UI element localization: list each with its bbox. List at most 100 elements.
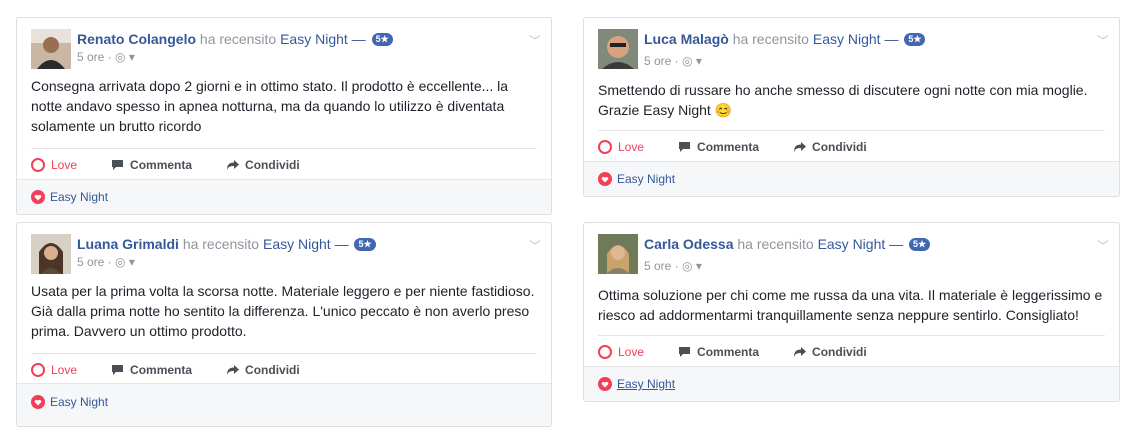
globe-icon[interactable]: ◎ bbox=[682, 259, 692, 273]
timestamp[interactable]: 5 ore · bbox=[77, 255, 112, 269]
comment-label: Commenta bbox=[130, 363, 193, 377]
comment-button[interactable]: Commenta bbox=[678, 140, 759, 154]
review-verb: ha recensito bbox=[199, 31, 277, 47]
love-label: Love bbox=[51, 363, 78, 377]
rating-badge: 5★ bbox=[904, 33, 926, 46]
love-button[interactable]: Love bbox=[598, 140, 644, 154]
timestamp[interactable]: 5 ore · bbox=[77, 50, 112, 64]
comment-icon bbox=[679, 142, 691, 152]
reaction-page-link[interactable]: Easy Night bbox=[617, 377, 675, 391]
reaction-page-link[interactable]: Easy Night bbox=[617, 172, 675, 186]
heart-icon bbox=[31, 363, 45, 377]
heart-reaction-icon bbox=[598, 377, 612, 391]
comment-icon bbox=[112, 365, 124, 375]
avatar[interactable] bbox=[31, 29, 71, 69]
post-meta: 5 ore · ◎ ▾ bbox=[77, 50, 135, 64]
share-label: Condividi bbox=[245, 158, 300, 172]
reaction-footer: Easy Night bbox=[584, 161, 1119, 196]
caret-down-icon[interactable]: ▾ bbox=[696, 54, 702, 68]
page-link[interactable]: Easy Night bbox=[818, 236, 886, 252]
action-bar: Love Commenta Condividi bbox=[31, 148, 537, 181]
chevron-down-icon[interactable]: ﹀ bbox=[1097, 32, 1109, 49]
heart-icon bbox=[598, 140, 612, 154]
caret-down-icon[interactable]: ▾ bbox=[129, 255, 135, 269]
avatar[interactable] bbox=[598, 234, 638, 274]
reaction-page-link[interactable]: Easy Night bbox=[50, 395, 108, 409]
share-icon bbox=[227, 160, 240, 170]
review-header: Carla Odessa ha recensito Easy Night — 5… bbox=[584, 223, 1119, 281]
comment-button[interactable]: Commenta bbox=[111, 363, 192, 377]
review-title: Carla Odessa ha recensito Easy Night — 5… bbox=[644, 235, 931, 253]
review-header: Renato Colangelo ha recensito Easy Night… bbox=[17, 18, 551, 76]
share-icon bbox=[227, 365, 240, 375]
share-button[interactable]: Condividi bbox=[226, 158, 300, 172]
love-button[interactable]: Love bbox=[31, 158, 77, 172]
action-bar: Love Commenta Condividi bbox=[598, 130, 1105, 163]
action-bar: Love Commenta Condividi bbox=[598, 335, 1105, 368]
comment-button[interactable]: Commenta bbox=[111, 158, 192, 172]
heart-reaction-icon bbox=[31, 190, 45, 204]
love-label: Love bbox=[618, 345, 645, 359]
globe-icon[interactable]: ◎ bbox=[115, 50, 125, 64]
share-button[interactable]: Condividi bbox=[226, 363, 300, 377]
action-bar: Love Commenta Condividi bbox=[31, 353, 537, 386]
review-card: Luca Malagò ha recensito Easy Night — 5★… bbox=[583, 17, 1120, 197]
reviewer-name[interactable]: Renato Colangelo bbox=[77, 31, 196, 47]
review-card: Luana Grimaldi ha recensito Easy Night —… bbox=[16, 222, 552, 427]
review-header: Luca Malagò ha recensito Easy Night — 5★… bbox=[584, 18, 1119, 76]
review-verb: ha recensito bbox=[182, 236, 260, 252]
avatar[interactable] bbox=[31, 234, 71, 274]
review-card: Renato Colangelo ha recensito Easy Night… bbox=[16, 17, 552, 215]
avatar[interactable] bbox=[598, 29, 638, 69]
timestamp[interactable]: 5 ore · bbox=[644, 259, 679, 273]
page-link[interactable]: Easy Night bbox=[263, 236, 331, 252]
review-title: Renato Colangelo ha recensito Easy Night… bbox=[77, 30, 393, 48]
chevron-down-icon[interactable]: ﹀ bbox=[529, 32, 541, 49]
post-meta: 5 ore · ◎ ▾ bbox=[644, 259, 702, 273]
reaction-footer: Easy Night bbox=[17, 179, 551, 214]
post-meta: 5 ore · ◎ ▾ bbox=[644, 54, 702, 68]
review-verb: ha recensito bbox=[737, 236, 814, 252]
comment-button[interactable]: Commenta bbox=[678, 345, 759, 359]
caret-down-icon[interactable]: ▾ bbox=[696, 259, 702, 273]
share-label: Condividi bbox=[245, 363, 300, 377]
page-link[interactable]: Easy Night bbox=[280, 31, 348, 47]
love-label: Love bbox=[51, 158, 78, 172]
share-button[interactable]: Condividi bbox=[793, 140, 867, 154]
globe-icon[interactable]: ◎ bbox=[682, 54, 692, 68]
share-label: Condividi bbox=[812, 345, 867, 359]
dash: — bbox=[334, 236, 349, 252]
timestamp[interactable]: 5 ore · bbox=[644, 54, 679, 68]
reaction-page-link[interactable]: Easy Night bbox=[50, 190, 108, 204]
love-label: Love bbox=[618, 140, 645, 154]
review-text: Ottima soluzione per chi come me russa d… bbox=[598, 287, 1103, 323]
love-button[interactable]: Love bbox=[31, 363, 77, 377]
reviewer-name[interactable]: Carla Odessa bbox=[644, 236, 734, 252]
page-link[interactable]: Easy Night bbox=[813, 31, 881, 47]
chevron-down-icon[interactable]: ﹀ bbox=[529, 237, 541, 254]
reviewer-name[interactable]: Luana Grimaldi bbox=[77, 236, 179, 252]
globe-icon[interactable]: ◎ bbox=[115, 255, 125, 269]
comment-icon bbox=[679, 347, 691, 357]
dash: — bbox=[351, 31, 366, 47]
share-label: Condividi bbox=[812, 140, 867, 154]
caret-down-icon[interactable]: ▾ bbox=[129, 50, 135, 64]
review-title: Luana Grimaldi ha recensito Easy Night —… bbox=[77, 235, 376, 253]
heart-icon bbox=[598, 345, 612, 359]
chevron-down-icon[interactable]: ﹀ bbox=[1097, 237, 1109, 254]
review-verb: ha recensito bbox=[732, 31, 809, 47]
comment-label: Commenta bbox=[130, 158, 193, 172]
rating-badge: 5★ bbox=[371, 33, 393, 46]
share-icon bbox=[794, 142, 807, 152]
reviewer-name[interactable]: Luca Malagò bbox=[644, 31, 729, 47]
review-card: Carla Odessa ha recensito Easy Night — 5… bbox=[583, 222, 1120, 402]
love-button[interactable]: Love bbox=[598, 345, 644, 359]
comment-icon bbox=[112, 160, 124, 170]
heart-icon bbox=[31, 158, 45, 172]
review-text: Smettendo di russare ho anche smesso di … bbox=[598, 82, 1088, 118]
review-text: Consegna arrivata dopo 2 giorni e in ott… bbox=[31, 78, 509, 134]
dash: — bbox=[889, 236, 904, 252]
share-button[interactable]: Condividi bbox=[793, 345, 867, 359]
reaction-footer: Easy Night bbox=[17, 383, 551, 426]
rating-badge: 5★ bbox=[354, 238, 376, 251]
